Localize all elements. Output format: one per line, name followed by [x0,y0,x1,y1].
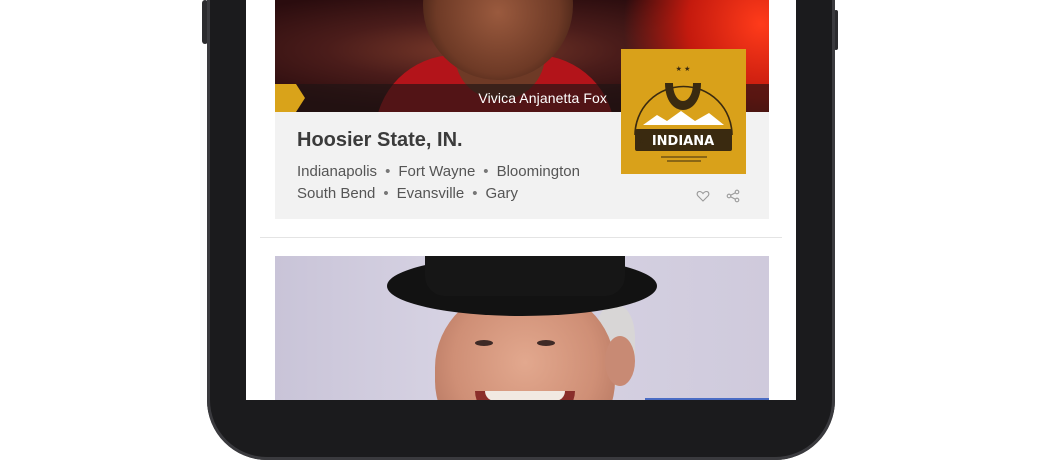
city-link[interactable]: Indianapolis [297,163,377,180]
city-link[interactable]: South Bend [297,185,375,202]
state-card[interactable]: Vivica Anjanetta Fox ★ ★ INDIANA ★ Hoosi… [275,0,769,219]
phone-screen: Vivica Anjanetta Fox ★ ★ INDIANA ★ Hoosi… [246,0,796,400]
separator-dot: • [383,185,389,202]
city-link[interactable]: Bloomington [497,163,580,180]
card-title: Hoosier State, IN. [297,129,463,151]
photo-ear [605,336,635,386]
photo-caption: Vivica Anjanetta Fox [478,90,607,106]
photo-teeth [485,391,565,400]
city-link[interactable]: Evansville [397,185,465,202]
svg-text:★: ★ [639,138,644,145]
card-divider [260,237,782,238]
separator-dot: • [483,163,489,180]
city-list: Indianapolis • Fort Wayne • Bloomington Sout… [297,161,617,205]
separator-dot: • [472,185,478,202]
state-badge: ★ ★ INDIANA ★ [621,49,746,174]
photo-eye [475,340,493,346]
city-link[interactable]: Gary [485,185,518,202]
celebrity-photo[interactable] [275,256,769,400]
share-icon[interactable] [726,189,740,203]
state-card-next[interactable] [275,256,769,400]
badge-text: INDIANA [652,134,714,149]
city-row: Indianapolis • Fort Wayne • Bloomington [297,161,617,183]
photo-eye [537,340,555,346]
indiana-horseshoe-logo: ★ ★ INDIANA ★ [634,65,733,162]
heart-icon[interactable] [696,189,710,203]
city-row: South Bend • Evansville • Gary [297,183,617,205]
photo-hat-crown [425,256,625,296]
separator-dot: • [385,163,391,180]
svg-text:★ ★: ★ ★ [676,65,691,73]
city-link[interactable]: Fort Wayne [398,163,475,180]
